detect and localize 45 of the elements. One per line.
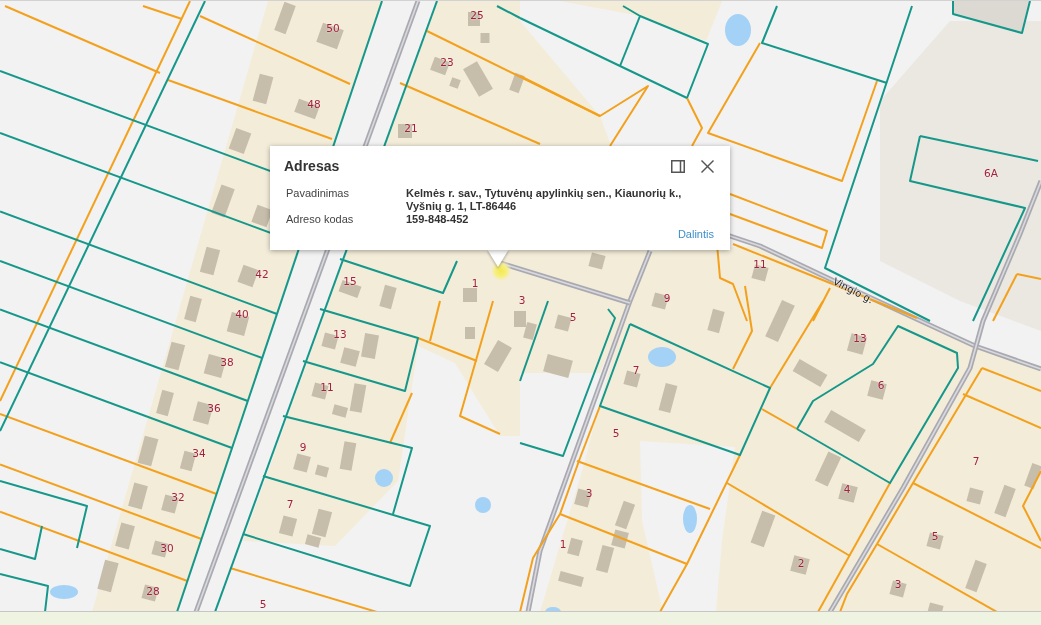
house-number-label: 15 — [343, 275, 357, 287]
house-number-label: 5 — [612, 427, 620, 439]
house-number-label: 5 — [569, 311, 577, 323]
house-number-label: 9 — [663, 292, 671, 304]
field-label: Pavadinimas — [286, 187, 350, 201]
house-number-label: 30 — [160, 542, 174, 554]
house-number-label: 42 — [255, 268, 269, 280]
house-number-label: 6A — [984, 167, 998, 179]
house-number-label: 6 — [877, 379, 885, 391]
field-value: 159-848-452 — [406, 213, 470, 226]
panel-icon[interactable] — [671, 159, 685, 173]
field-label: Adreso kodas — [286, 213, 355, 226]
house-number-label: 40 — [235, 308, 249, 320]
house-number-label: 48 — [307, 98, 321, 110]
house-number-label: 36 — [207, 402, 221, 414]
house-number-label: 32 — [171, 491, 185, 503]
house-number-label: 28 — [146, 585, 160, 597]
house-number-label: 3 — [585, 487, 593, 499]
house-number-label: 23 — [440, 56, 454, 68]
house-number-label: 13 — [853, 332, 867, 344]
house-number-label: 21 — [404, 122, 418, 134]
house-number-label: 4 — [843, 483, 851, 495]
house-number-label: 11 — [320, 381, 334, 393]
close-icon[interactable] — [701, 159, 714, 173]
house-number-label: 1 — [559, 538, 567, 550]
house-number-label: 1 — [471, 277, 479, 289]
popup-title: Adresas — [284, 157, 341, 175]
house-number-label: 3 — [894, 578, 902, 590]
house-number-label: 50 — [326, 22, 340, 34]
house-number-label: 38 — [220, 356, 234, 368]
house-number-label: 7 — [286, 498, 294, 510]
house-number-label: 3 — [518, 294, 526, 306]
house-number-label: 11 — [753, 258, 767, 270]
house-number-label: 7 — [632, 364, 640, 376]
house-number-label: 5 — [259, 598, 267, 610]
location-highlight-icon — [490, 260, 512, 282]
house-number-label: 34 — [192, 447, 206, 459]
house-number-label: 25 — [470, 9, 484, 21]
house-number-label: 5 — [931, 530, 939, 542]
house-number-label: 2 — [797, 557, 805, 569]
house-number-label: 7 — [972, 455, 980, 467]
share-link[interactable]: Dalintis — [677, 227, 714, 241]
field-value: Kelmės r. sav., Tytuvėnų apylinkių sen., Kiaunorių k., Vyšnių g. 1, LT-86446 — [406, 187, 683, 212]
house-number-label: 9 — [299, 441, 307, 453]
house-number-label: 13 — [333, 328, 347, 340]
